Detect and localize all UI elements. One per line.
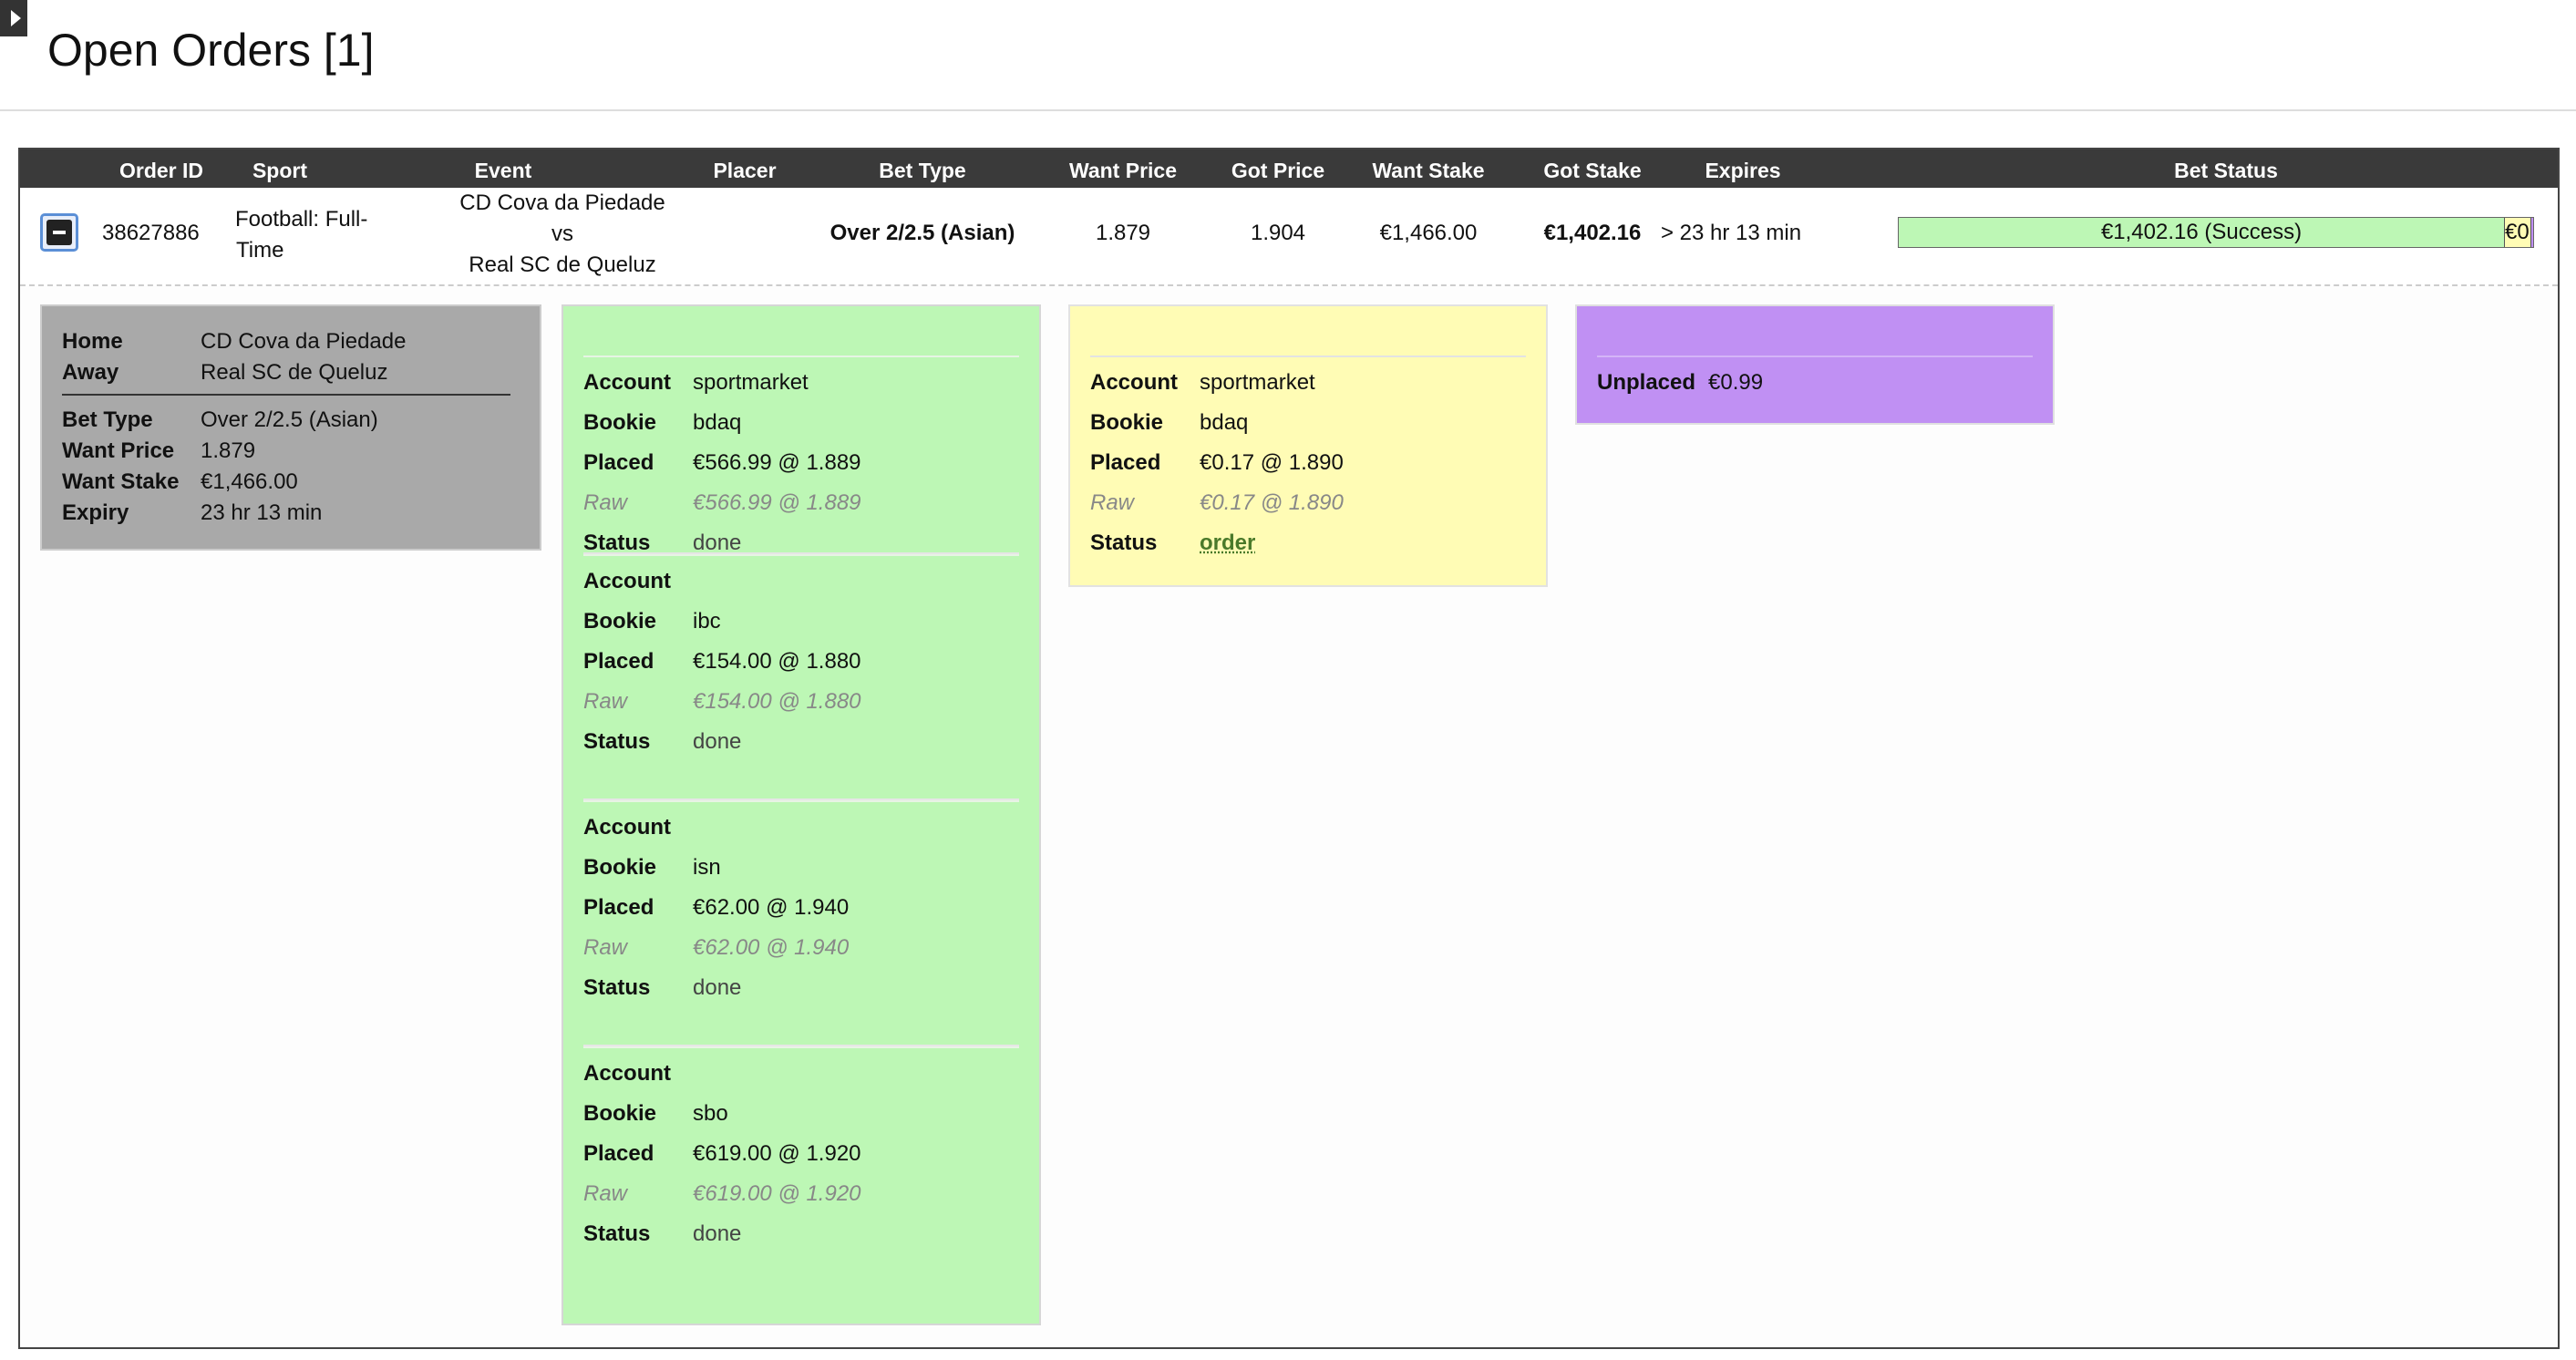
bet-raw: Raw €619.00 @ 1.920 xyxy=(583,1181,861,1206)
bet-placed: Placed €619.00 @ 1.920 xyxy=(583,1141,861,1166)
summary-away: Away Real SC de Queluz xyxy=(62,360,388,385)
unplaced-card: Unplaced €0.99 xyxy=(1575,304,2055,425)
table-row[interactable]: 38627886 Football: Full- Time CD Cova da… xyxy=(20,188,2558,286)
summary-want-price: Want Price 1.879 xyxy=(62,438,256,463)
unplaced-amount: Unplaced €0.99 xyxy=(1597,370,1764,395)
order-got-stake: €1,402.16 xyxy=(1543,221,1642,245)
bet-account: Account xyxy=(583,569,671,593)
bet-raw: Raw €154.00 @ 1.880 xyxy=(583,689,861,714)
bet-account: Account xyxy=(583,1061,671,1086)
bet-status-pending: €0.17 xyxy=(2505,218,2531,247)
col-want-stake[interactable]: Want Stake xyxy=(1351,149,1506,188)
order-want-price: 1.879 xyxy=(1095,221,1151,245)
caret-right-icon xyxy=(10,10,21,26)
order-id: 38627886 xyxy=(102,221,200,245)
order-summary-card: Home CD Cova da Piedade Away Real SC de … xyxy=(40,304,541,551)
summary-divider xyxy=(62,394,510,396)
bet-placed: Placed €62.00 @ 1.940 xyxy=(583,895,850,920)
order-want-stake: €1,466.00 xyxy=(1379,221,1478,245)
bet-bookie: Bookie bdaq xyxy=(583,410,742,435)
order-sport: Football: Full- Time xyxy=(235,207,368,263)
col-expires[interactable]: Expires xyxy=(1679,149,1807,188)
bet-bookie: Bookie ibc xyxy=(583,609,721,634)
pending-bets-card: Account sportmarket Bookie bdaq Placed €0.1… xyxy=(1068,304,1548,587)
col-got-price[interactable]: Got Price xyxy=(1214,149,1342,188)
orders-panel: Order ID Sport Event Placer Bet Type Wan… xyxy=(18,148,2560,1349)
title-divider xyxy=(0,109,2576,111)
minus-icon xyxy=(46,220,72,245)
bet-bookie: Bookie sbo xyxy=(583,1101,728,1126)
col-sport[interactable]: Sport xyxy=(230,149,330,188)
summary-expiry: Expiry 23 hr 13 min xyxy=(62,500,323,525)
bet-block-3: Account Bookie isn Placed €62.00 @ 1.940 R… xyxy=(583,798,1019,1045)
collapse-button[interactable] xyxy=(40,213,78,252)
bet-block-2: Account Bookie ibc Placed €154.00 @ 1.880 … xyxy=(583,552,1019,798)
order-bet-type: Over 2/2.5 (Asian) xyxy=(829,221,1015,245)
bet-account: Account sportmarket xyxy=(583,370,809,395)
bet-block-1: Account sportmarket Bookie bdaq Placed €566… xyxy=(583,306,1019,555)
bet-status-bar[interactable]: €1,402.16 (Success) €0.17 xyxy=(1898,217,2534,248)
bet-placed: Placed €0.17 @ 1.890 xyxy=(1090,450,1344,475)
bet-status-success: €1,402.16 (Success) xyxy=(1899,218,2505,247)
summary-want-stake: Want Stake €1,466.00 xyxy=(62,469,298,494)
bet-account: Account xyxy=(583,815,671,840)
col-order-id[interactable]: Order ID xyxy=(102,149,221,188)
col-placer[interactable]: Placer xyxy=(695,149,795,188)
bet-account: Account sportmarket xyxy=(1090,370,1315,395)
sidebar-toggle-button[interactable] xyxy=(0,0,27,36)
bet-raw: Raw €566.99 @ 1.889 xyxy=(583,490,861,515)
bet-status: Status done xyxy=(583,1221,742,1246)
bet-status-unplaced xyxy=(2531,218,2533,247)
summary-bet-type: Bet Type Over 2/2.5 (Asian) xyxy=(62,407,378,432)
bet-placed: Placed €154.00 @ 1.880 xyxy=(583,649,861,674)
col-bet-type[interactable]: Bet Type xyxy=(859,149,986,188)
bet-raw: Raw €0.17 @ 1.890 xyxy=(1090,490,1344,515)
bet-bookie: Bookie bdaq xyxy=(1090,410,1249,435)
summary-home: Home CD Cova da Piedade xyxy=(62,329,407,354)
bet-bookie: Bookie isn xyxy=(583,855,721,880)
bet-raw: Raw €62.00 @ 1.940 xyxy=(583,935,850,960)
col-bet-status[interactable]: Bet Status xyxy=(2071,149,2381,188)
table-header: Order ID Sport Event Placer Bet Type Wan… xyxy=(20,149,2558,188)
order-status-link[interactable]: order xyxy=(1200,523,1255,563)
bet-block-4: Account Bookie sbo Placed €619.00 @ 1.920 … xyxy=(583,1045,1019,1291)
order-got-price: 1.904 xyxy=(1250,221,1306,245)
bet-status: Status order xyxy=(1090,523,1526,563)
order-expires: > 23 hr 13 min xyxy=(1661,221,1802,245)
bet-status: Status done xyxy=(583,729,742,754)
col-event[interactable]: Event xyxy=(448,149,558,188)
bet-placed: Placed €566.99 @ 1.889 xyxy=(583,450,861,475)
done-bets-card: Account sportmarket Bookie bdaq Placed €566… xyxy=(562,304,1041,1325)
order-event: CD Cova da Piedade vs Real SC de Queluz xyxy=(459,191,665,277)
page-title: Open Orders [1] xyxy=(47,25,375,76)
col-got-stake[interactable]: Got Stake xyxy=(1524,149,1661,188)
bet-status: Status done xyxy=(583,975,742,1000)
col-want-price[interactable]: Want Price xyxy=(1050,149,1196,188)
